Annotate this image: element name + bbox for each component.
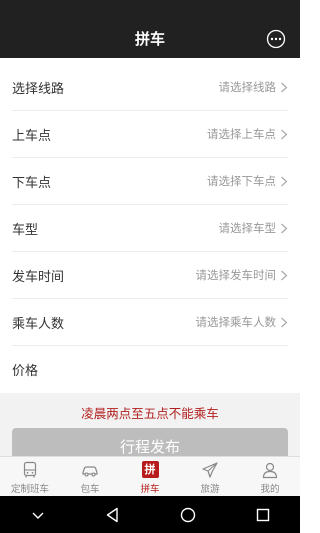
route-label: 选择线路: [12, 81, 65, 97]
vehicle-type-placeholder: 请选择车型: [218, 221, 277, 235]
vehicle-type-label: 车型: [12, 222, 39, 238]
tab-label: 定制班车: [10, 484, 49, 495]
car-icon: [82, 466, 98, 477]
tab-label: 拼车: [140, 484, 160, 495]
bottom-tabbar: 定制班车 包车 拼 拼车 旅游 我的: [0, 456, 300, 496]
vehicle-type-row[interactable]: 车型 请选择车型: [12, 205, 288, 252]
bus-icon: [23, 461, 37, 478]
chevron-right-icon: [281, 223, 288, 233]
system-nav-bar: [0, 496, 300, 533]
chevron-right-icon: [281, 176, 288, 186]
route-row[interactable]: 选择线路 请选择线路: [12, 64, 288, 111]
chevron-right-icon: [281, 270, 288, 280]
chevron-right-icon: [281, 82, 288, 92]
time-restriction-warning: 凌晨两点至五点不能乘车: [81, 406, 219, 421]
pickup-label: 上车点: [12, 128, 52, 144]
recents-icon[interactable]: [253, 505, 273, 525]
dropoff-placeholder: 请选择下车点: [207, 174, 276, 188]
route-placeholder: 请选择线路: [218, 80, 277, 94]
app-header: 拼车: [0, 0, 300, 58]
dropoff-row[interactable]: 下车点 请选择下车点: [12, 158, 288, 205]
departure-time-label: 发车时间: [12, 269, 65, 285]
airplane-icon: [202, 462, 218, 478]
pickup-placeholder: 请选择上车点: [207, 127, 276, 141]
passenger-count-label: 乘车人数: [12, 316, 65, 332]
passenger-count-row[interactable]: 乘车人数 请选择乘车人数: [12, 299, 288, 346]
carpool-icon: 拼: [141, 461, 159, 478]
carpool-form: 选择线路 请选择线路 上车点 请选择上车点 下车点 请选择下车点 车型 请选择车…: [0, 64, 300, 393]
tab-label: 包车: [80, 484, 100, 495]
back-icon[interactable]: [103, 505, 123, 525]
page-title: 拼车: [134, 30, 165, 48]
chevron-right-icon: [281, 129, 288, 139]
publish-area: 凌晨两点至五点不能乘车 行程发布: [0, 393, 300, 466]
price-label: 价格: [12, 364, 39, 379]
tab-profile[interactable]: 我的: [240, 457, 300, 496]
departure-time-placeholder: 请选择发车时间: [195, 268, 277, 282]
tab-travel[interactable]: 旅游: [180, 457, 240, 496]
user-icon: [262, 462, 278, 479]
dropoff-label: 下车点: [12, 175, 52, 191]
tab-label: 旅游: [200, 484, 220, 495]
price-row[interactable]: 价格: [12, 346, 288, 393]
chevron-right-icon: [281, 317, 288, 327]
tab-carpool[interactable]: 拼 拼车: [120, 457, 180, 496]
passenger-count-placeholder: 请选择乘车人数: [195, 315, 277, 329]
chat-bubble-icon[interactable]: [266, 29, 286, 49]
pickup-row[interactable]: 上车点 请选择上车点: [12, 111, 288, 158]
tab-label: 我的: [260, 484, 280, 495]
tab-charter[interactable]: 包车: [60, 457, 120, 496]
departure-time-row[interactable]: 发车时间 请选择发车时间: [12, 252, 288, 299]
collapse-icon[interactable]: [28, 505, 48, 525]
home-icon[interactable]: [178, 505, 198, 525]
tab-custom-bus[interactable]: 定制班车: [0, 457, 60, 496]
